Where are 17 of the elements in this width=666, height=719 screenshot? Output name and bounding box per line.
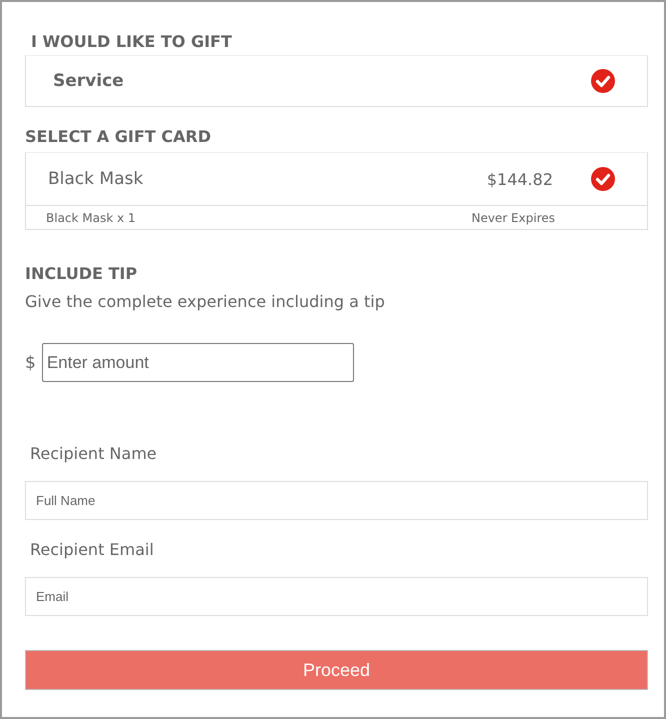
section-heading: I WOULD LIKE TO GIFT [31, 32, 232, 51]
service-option[interactable]: Service [25, 55, 648, 107]
field-label: Recipient Email [30, 540, 154, 559]
field-label: Recipient Name [30, 444, 157, 463]
name-field[interactable]: Full Name [25, 481, 648, 520]
tip-description: Give the complete experience including a tip [25, 292, 385, 311]
gift-card-name: Black Mask [48, 169, 144, 189]
expiry-text: Never Expires [471, 210, 555, 224]
tip-amount-field[interactable]: Enter amount [42, 343, 354, 382]
section-heading: SELECT A GIFT CARD [25, 127, 211, 146]
quantity-text: Black Mask x 1 [46, 210, 136, 224]
gift-card-option[interactable]: Black Mask $144.82 Black Mask x 1 Never Expires [25, 152, 648, 230]
email-field[interactable]: Email [25, 577, 648, 616]
gift-card-price: $144.82 [486, 170, 553, 188]
section-heading: INCLUDE TIP [25, 264, 138, 283]
currency-symbol: $ [25, 352, 36, 372]
proceed-button[interactable]: Proceed [25, 650, 648, 690]
